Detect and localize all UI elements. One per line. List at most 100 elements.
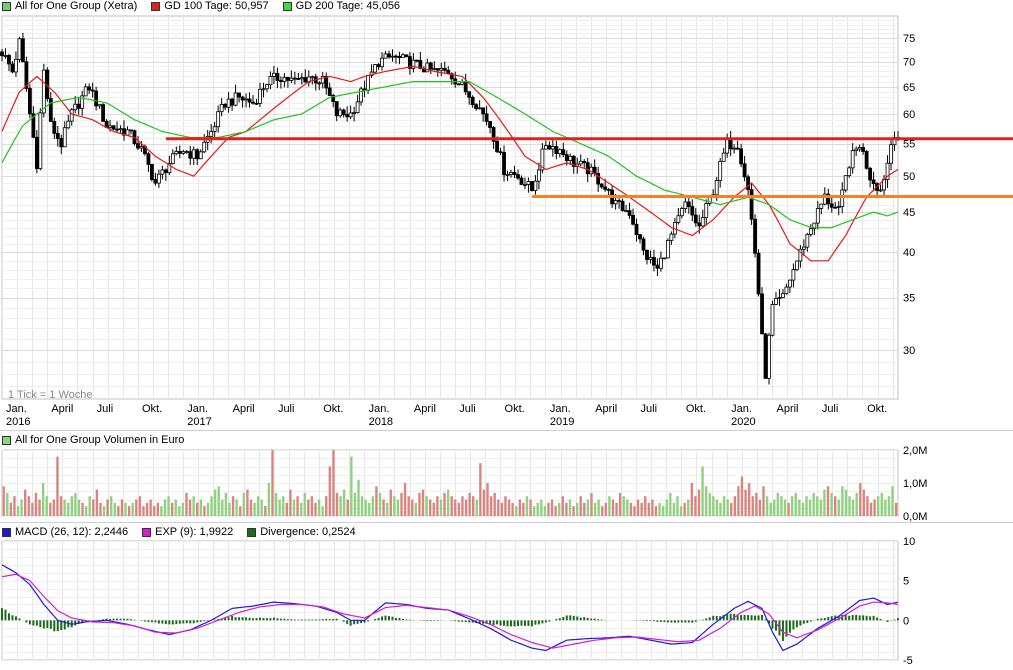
- divergence-bar: [276, 618, 279, 621]
- divergence-bar: [492, 620, 495, 626]
- volume-bar: [665, 499, 668, 516]
- candle-body: [299, 77, 304, 80]
- volume-bar: [296, 496, 299, 516]
- legend-item-exp: EXP (9): 1,9922: [142, 526, 233, 538]
- candle-body: [59, 138, 64, 148]
- volume-bar: [575, 502, 579, 516]
- volume-bar: [844, 489, 848, 516]
- volume-bar: [27, 496, 30, 516]
- volume-bar: [475, 499, 478, 516]
- divergence-bar: [154, 620, 157, 623]
- candle-body: [829, 203, 834, 208]
- candle-body: [341, 109, 346, 115]
- divergence-bar: [307, 619, 310, 621]
- volume-bar: [830, 492, 833, 516]
- candle-body: [52, 121, 57, 134]
- volume-bar: [590, 492, 593, 516]
- volume-axis-tick-label: 2,0M: [903, 445, 927, 457]
- candle-body: [55, 133, 60, 139]
- volume-bar: [697, 489, 701, 516]
- volume-bar: [34, 492, 38, 516]
- candle-body: [432, 68, 437, 71]
- macd-legend: MACD (26, 12): 2,2446 EXP (9): 1,9922 Di…: [2, 526, 370, 538]
- divergence-bar: [171, 620, 174, 625]
- divergence-bar: [687, 620, 690, 623]
- volume-bar: [421, 489, 425, 516]
- candle-body: [519, 177, 524, 185]
- divergence-bar: [231, 615, 234, 621]
- divergence-bar: [593, 618, 596, 621]
- volume-bar: [256, 496, 260, 516]
- volume-bar: [185, 492, 188, 516]
- volume-bar: [876, 496, 880, 516]
- divergence-bar: [286, 619, 289, 621]
- divergence-bar: [335, 618, 338, 621]
- divergence-bar: [666, 620, 669, 623]
- divergence-bar: [855, 615, 858, 621]
- divergence-bar: [185, 620, 188, 624]
- divergence-bar: [562, 617, 565, 621]
- volume-bar: [163, 499, 167, 516]
- candle-body: [292, 77, 297, 80]
- divergence-bar: [74, 620, 77, 626]
- candle-body: [805, 234, 810, 248]
- volume-bar: [271, 450, 274, 516]
- x-axis-month-label: Okt.: [142, 403, 162, 415]
- candle-body: [188, 151, 193, 159]
- volume-bar: [335, 492, 339, 516]
- candle-body: [840, 189, 845, 208]
- grid-layer: [0, 15, 1013, 661]
- divergence-bar: [691, 620, 694, 623]
- candle-body: [383, 53, 388, 59]
- divergence-bar: [11, 615, 14, 621]
- x-axis-month-label: Jan.: [550, 403, 571, 415]
- candle-body: [652, 257, 656, 266]
- candle-body: [146, 153, 151, 165]
- divergence-bar: [342, 620, 345, 622]
- volume-bar: [611, 499, 615, 516]
- divergence-bar: [684, 620, 687, 623]
- volume-axis-tick-label: 0,0M: [903, 511, 927, 523]
- volume-bar: [181, 502, 185, 516]
- panel-frame: [1, 540, 899, 661]
- candle-body: [10, 63, 15, 73]
- volume-bar: [891, 486, 894, 516]
- divergence-bar: [534, 620, 537, 625]
- divergence-bar: [293, 619, 296, 621]
- divergence-bar: [523, 620, 526, 626]
- divergence-bar: [792, 620, 795, 630]
- divergence-bar: [112, 618, 115, 621]
- divergence-bar: [527, 620, 530, 626]
- volume-bar: [231, 496, 235, 516]
- divergence-bar: [203, 620, 206, 622]
- volume-bar: [63, 499, 66, 516]
- candle-body: [624, 210, 628, 212]
- legend-swatch: [282, 1, 292, 11]
- divergence-bar: [150, 620, 153, 623]
- volume-axis-tick-label: 1,0M: [903, 478, 927, 490]
- volume-bar: [887, 496, 891, 516]
- candle-body: [777, 297, 782, 299]
- volume-bar: [145, 502, 149, 516]
- volume-bar: [747, 483, 751, 516]
- candle-body: [889, 144, 893, 164]
- candle-body: [160, 169, 165, 175]
- divergence-bar: [862, 615, 865, 621]
- candle-body: [156, 173, 161, 184]
- divergence-bar: [555, 619, 558, 621]
- legend-item-volume: All for One Group Volumen in Euro: [2, 434, 184, 446]
- candle-body: [27, 88, 32, 115]
- candle-body: [338, 109, 343, 117]
- legend-item-gd100: GD 100 Tage: 50,957: [151, 0, 269, 12]
- divergence-bar: [381, 616, 384, 621]
- divergence-bar: [238, 617, 241, 621]
- candle-body: [547, 145, 552, 150]
- x-axis-month-label: Okt.: [867, 403, 887, 415]
- divergence-bar: [265, 618, 268, 621]
- candle-body: [477, 107, 482, 110]
- volume-bar: [70, 496, 73, 516]
- candle-body: [355, 101, 360, 113]
- divergence-bar: [426, 620, 429, 622]
- divergence-bar: [600, 619, 603, 621]
- volume-bar: [783, 499, 787, 516]
